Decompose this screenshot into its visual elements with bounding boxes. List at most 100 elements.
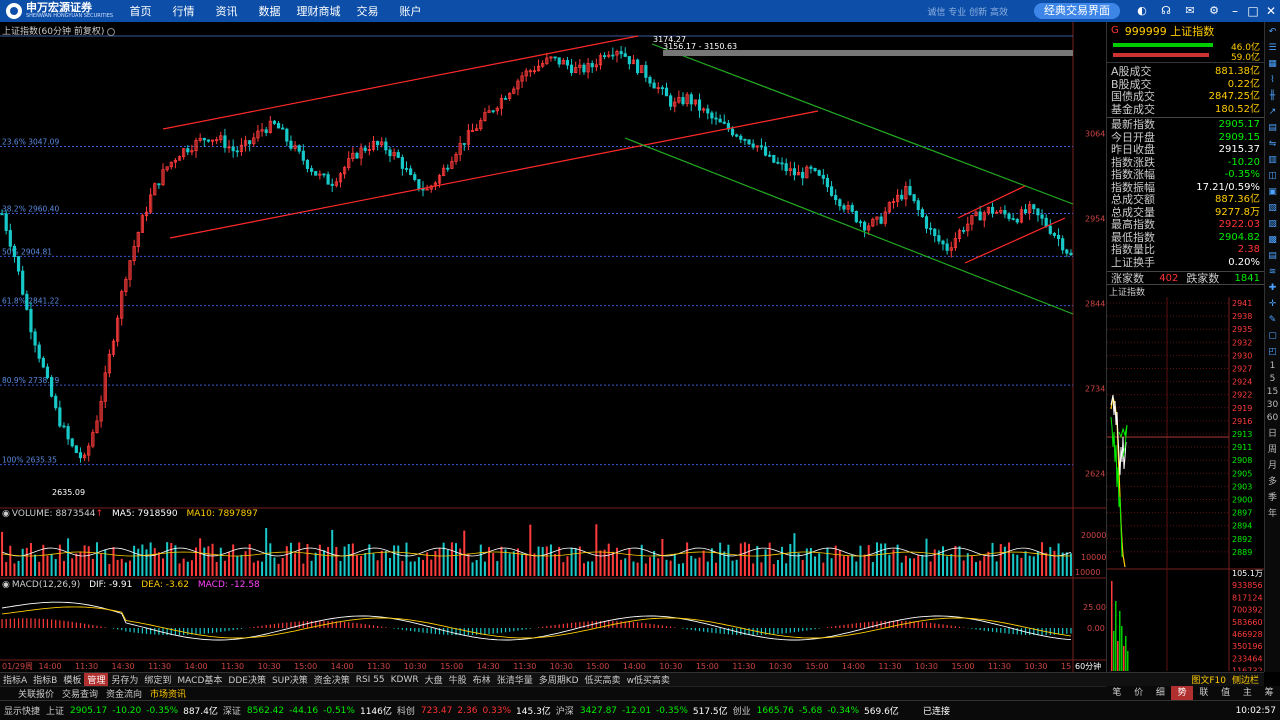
f10-tab[interactable]: 图文F10: [1188, 673, 1229, 686]
mini-volume-tick: 700392: [1232, 606, 1263, 615]
volume-bar: [578, 546, 581, 576]
panel-mode-tab[interactable]: 主: [1237, 686, 1259, 700]
nav-data[interactable]: 数据: [248, 3, 291, 19]
mail-icon[interactable]: ✉: [1183, 4, 1197, 18]
period-shortcut[interactable]: 30: [1267, 400, 1278, 410]
period-shortcut[interactable]: 季: [1268, 490, 1277, 503]
kline-chart[interactable]: 23.6% 3047.0938.2% 2960.4050% 2904.8161.…: [0, 22, 1106, 672]
panel-mode-tab[interactable]: 值: [1215, 686, 1237, 700]
volume-bar: [917, 554, 920, 576]
sidebar-tab[interactable]: 侧边栏: [1229, 673, 1262, 686]
indicator-tab[interactable]: 大盘: [422, 673, 446, 686]
panel-mode-tab[interactable]: 价: [1128, 686, 1150, 700]
mini-price-tick: 2922: [1232, 391, 1252, 400]
main-chart-area[interactable]: 23.6% 3047.09 38.2% 2960.40 50% 2904.81 61.…: [0, 22, 1106, 672]
box-icon[interactable]: ▣: [1267, 186, 1279, 198]
indicator-tab[interactable]: 牛股: [446, 673, 470, 686]
save-icon[interactable]: ▢: [1267, 330, 1279, 342]
nav-market[interactable]: 行情: [162, 3, 205, 19]
headset-icon[interactable]: ☊: [1159, 4, 1173, 18]
volume-icon: ◉: [2, 509, 10, 519]
cross-icon[interactable]: ✛: [1267, 298, 1279, 310]
chart-icon[interactable]: ▤: [1267, 122, 1279, 134]
period-shortcut[interactable]: 年: [1268, 506, 1277, 519]
volume-bar: [521, 553, 524, 576]
indicator-tab[interactable]: 张清华量: [494, 673, 536, 686]
plus-icon[interactable]: ✚: [1267, 282, 1279, 294]
period-shortcut[interactable]: 月: [1268, 458, 1277, 471]
nav-trade[interactable]: 交易: [346, 3, 389, 19]
indicator-tab[interactable]: 指标B: [30, 673, 60, 686]
book-icon[interactable]: ▥: [1267, 154, 1279, 166]
tab-market-news[interactable]: 市场资讯: [146, 687, 190, 700]
indicator-tab[interactable]: w低买高卖: [624, 673, 673, 686]
volume-bar: [364, 552, 367, 576]
trend-icon[interactable]: ↗: [1267, 106, 1279, 118]
time-tick-label: 11:30: [732, 662, 755, 671]
period-shortcut[interactable]: 多: [1268, 474, 1277, 487]
maximize-button[interactable]: □: [1244, 4, 1262, 18]
stat-value: 2915.37: [1218, 144, 1260, 155]
indicator-tab[interactable]: MACD基本: [174, 673, 225, 686]
nav-wealth-mall[interactable]: 理财商城: [291, 3, 346, 19]
panel-mode-tab[interactable]: 筹: [1258, 686, 1280, 700]
settings-circle-icon[interactable]: [107, 27, 116, 36]
layout-icon[interactable]: ◰: [1267, 346, 1279, 358]
tab-related-quotes[interactable]: 关联报价: [14, 687, 58, 700]
volume-bar: [880, 543, 883, 576]
panel-mode-tab[interactable]: 细: [1150, 686, 1172, 700]
timeline-icon[interactable]: ⌇: [1267, 74, 1279, 86]
indicator-tab[interactable]: 模板: [60, 673, 84, 686]
nav-home[interactable]: 首页: [119, 3, 162, 19]
quick-toggle[interactable]: 显示快捷: [4, 704, 40, 717]
tab-trade-query[interactable]: 交易查询: [58, 687, 102, 700]
indicator-tab[interactable]: DDE决策: [225, 673, 269, 686]
period-shortcut[interactable]: 1: [1270, 361, 1276, 371]
volume-bar: [294, 553, 297, 576]
intraday-mini-chart[interactable]: 2941 2938 2935 2932 2930 2927 2924 2922 2919 2916…: [1107, 297, 1264, 671]
candle-body: [821, 174, 825, 179]
indicator-tab[interactable]: 另存为: [108, 673, 141, 686]
settings-icon[interactable]: ⚙: [1207, 4, 1221, 18]
panel-mode-tab[interactable]: 势: [1171, 686, 1193, 700]
tab-fund-flow[interactable]: 资金流向: [102, 687, 146, 700]
indicator-tab[interactable]: RSI 55: [353, 675, 388, 685]
indicator-tab[interactable]: 布林: [470, 673, 494, 686]
period-shortcut[interactable]: 5: [1270, 374, 1276, 384]
period-shortcut[interactable]: 15: [1267, 387, 1278, 397]
theme-icon[interactable]: ◐: [1135, 4, 1149, 18]
minimize-button[interactable]: –: [1226, 4, 1244, 18]
compare-icon[interactable]: ⇋: [1267, 138, 1279, 150]
indicator-tab[interactable]: 资金决策: [311, 673, 353, 686]
pencil-icon[interactable]: ✎: [1267, 314, 1279, 326]
rsi-icon[interactable]: ≋: [1267, 266, 1279, 278]
panel-mode-tab[interactable]: 联: [1193, 686, 1215, 700]
back-arrow-icon[interactable]: ↶: [1267, 26, 1279, 38]
chart-title-text: 上证指数(60分钟 前复权): [2, 27, 105, 37]
kline-icon[interactable]: ╫: [1267, 90, 1279, 102]
bar-chart-icon[interactable]: ▩: [1267, 234, 1279, 246]
stats-icon[interactable]: ▨: [1267, 218, 1279, 230]
indicator-tab[interactable]: 低买高卖: [582, 673, 624, 686]
grid-icon[interactable]: ▦: [1267, 58, 1279, 70]
close-button[interactable]: ✕: [1262, 4, 1280, 18]
nav-account[interactable]: 账户: [389, 3, 432, 19]
nav-news[interactable]: 资讯: [205, 3, 248, 19]
panel-mode-tab[interactable]: 笔: [1106, 686, 1128, 700]
indicator-tab[interactable]: KDWR: [388, 675, 422, 685]
list-icon[interactable]: ☰: [1267, 42, 1279, 54]
indicator-tab[interactable]: SUP决策: [269, 673, 311, 686]
analysis-icon[interactable]: ◫: [1267, 170, 1279, 182]
indicator-tab[interactable]: 管理: [84, 673, 109, 686]
filter-icon[interactable]: ▧: [1267, 202, 1279, 214]
indicator-icon[interactable]: ▤: [1267, 250, 1279, 262]
indicator-tab[interactable]: 多周期KD: [536, 673, 582, 686]
indicator-tab[interactable]: 绑定到: [141, 673, 174, 686]
period-shortcut[interactable]: 周: [1268, 442, 1277, 455]
classic-trade-button[interactable]: 经典交易界面: [1034, 3, 1120, 19]
period-shortcut[interactable]: 60: [1267, 413, 1278, 423]
period-shortcut[interactable]: 日: [1268, 426, 1277, 439]
volume-bar: [442, 542, 445, 576]
indicator-tab[interactable]: 指标A: [0, 673, 30, 686]
candle-body: [289, 140, 293, 149]
